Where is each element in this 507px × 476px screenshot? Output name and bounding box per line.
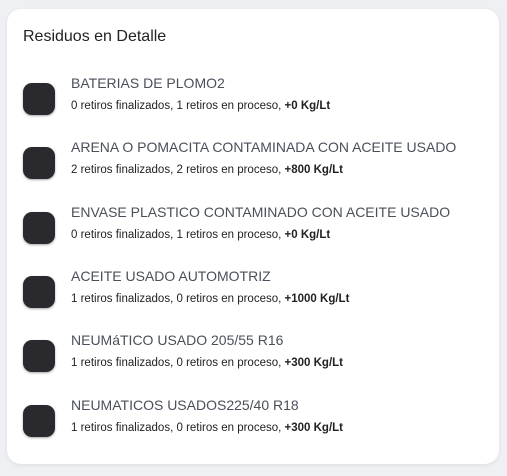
waste-summary: 0 retiros finalizados, 1 retiros en proc… <box>71 99 330 113</box>
waste-summary: 1 retiros finalizados, 0 retiros en proc… <box>71 356 343 370</box>
waste-list-item[interactable]: NEUMáTICO USADO 205/55 R16 1 retiros fin… <box>23 332 483 376</box>
finalized-count: 1 retiros finalizados, <box>71 357 174 369</box>
waste-name: NEUMáTICO USADO 205/55 R16 <box>71 332 284 348</box>
waste-summary: 1 retiros finalizados, 0 retiros en proc… <box>71 421 343 435</box>
finalized-count: 0 retiros finalizados, <box>71 229 174 241</box>
in-process-count: 1 retiros en proceso, <box>176 229 282 241</box>
waste-amount: +0 Kg/Lt <box>284 229 331 241</box>
waste-list-item[interactable]: ENVASE PLASTICO CONTAMINADO CON ACEITE U… <box>23 204 483 248</box>
finalized-count: 2 retiros finalizados, <box>71 164 174 176</box>
waste-amount: +800 Kg/Lt <box>284 164 344 176</box>
waste-avatar-icon <box>23 405 55 437</box>
waste-list-item[interactable]: ARENA O POMACITA CONTAMINADA CON ACEITE … <box>23 139 483 183</box>
waste-avatar-icon <box>23 340 55 372</box>
waste-amount: +1000 Kg/Lt <box>284 293 350 305</box>
waste-list-item[interactable]: ACEITE USADO AUTOMOTRIZ 1 retiros finali… <box>23 268 483 312</box>
in-process-count: 2 retiros en proceso, <box>176 164 282 176</box>
waste-summary: 2 retiros finalizados, 2 retiros en proc… <box>71 163 343 177</box>
waste-name: ARENA O POMACITA CONTAMINADA CON ACEITE … <box>71 139 457 155</box>
waste-detail-card: Residuos en Detalle BATERIAS DE PLOMO2 0… <box>7 9 499 464</box>
finalized-count: 1 retiros finalizados, <box>71 293 174 305</box>
waste-avatar-icon <box>23 147 55 179</box>
in-process-count: 0 retiros en proceso, <box>176 293 282 305</box>
waste-avatar-icon <box>23 276 55 308</box>
card-title: Residuos en Detalle <box>23 28 167 45</box>
waste-summary: 0 retiros finalizados, 1 retiros en proc… <box>71 228 330 242</box>
finalized-count: 1 retiros finalizados, <box>71 422 174 434</box>
in-process-count: 1 retiros en proceso, <box>176 100 282 112</box>
finalized-count: 0 retiros finalizados, <box>71 100 174 112</box>
in-process-count: 0 retiros en proceso, <box>176 357 282 369</box>
waste-avatar-icon <box>23 212 55 244</box>
waste-name: ACEITE USADO AUTOMOTRIZ <box>71 268 271 284</box>
waste-name: NEUMATICOS USADOS225/40 R18 <box>71 397 299 413</box>
waste-list-item[interactable]: NEUMATICOS USADOS225/40 R18 1 retiros fi… <box>23 397 483 441</box>
waste-avatar-icon <box>23 83 55 115</box>
waste-list-item[interactable]: BATERIAS DE PLOMO2 0 retiros finalizados… <box>23 75 483 119</box>
waste-summary: 1 retiros finalizados, 0 retiros en proc… <box>71 292 349 306</box>
waste-amount: +300 Kg/Lt <box>284 422 344 434</box>
waste-amount: +300 Kg/Lt <box>284 357 344 369</box>
waste-name: BATERIAS DE PLOMO2 <box>71 75 225 91</box>
waste-amount: +0 Kg/Lt <box>284 100 331 112</box>
waste-name: ENVASE PLASTICO CONTAMINADO CON ACEITE U… <box>71 204 451 220</box>
in-process-count: 0 retiros en proceso, <box>176 422 282 434</box>
